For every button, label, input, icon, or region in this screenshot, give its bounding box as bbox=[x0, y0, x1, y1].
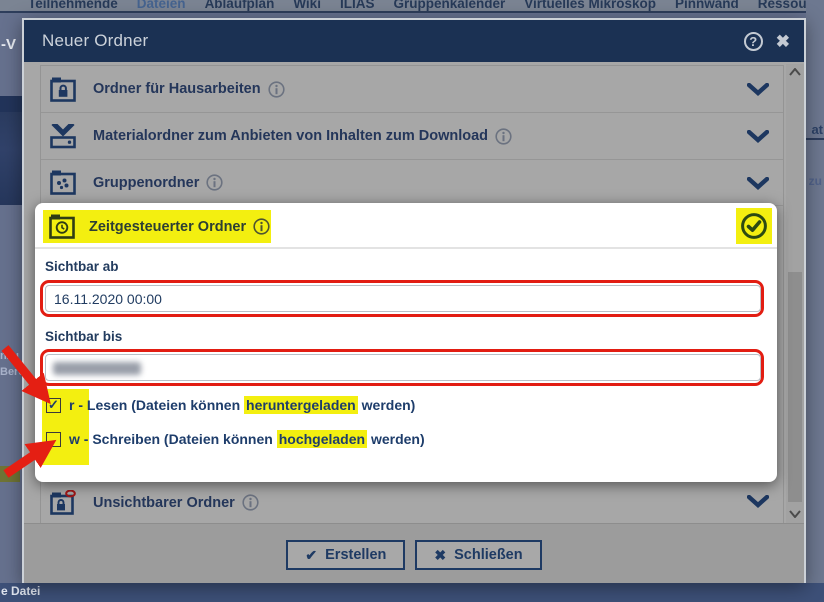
red-arrow-read bbox=[5, 348, 36, 386]
chevron-down-icon bbox=[747, 130, 769, 143]
permission-read-row: ✓ r - Lesen (Dateien können heruntergela… bbox=[46, 395, 415, 415]
write-checkbox-label: w - Schreiben (Dateien können hochgelade… bbox=[69, 431, 425, 447]
folder-lock-icon bbox=[50, 77, 76, 102]
folder-clock-icon bbox=[49, 214, 75, 239]
panel-header[interactable]: Zeitgesteuerter Ordner bbox=[35, 203, 777, 249]
sichtbar-ab-annotation bbox=[40, 280, 764, 317]
nav-item-teilnehmende[interactable]: Teilnehmende bbox=[28, 0, 118, 11]
highlighted-word: hochgeladen bbox=[277, 430, 367, 448]
highlighted-word: heruntergeladen bbox=[244, 396, 358, 414]
dialog-header: Neuer Ordner ? ✖ bbox=[24, 20, 804, 62]
page-text-fragment: -V bbox=[1, 36, 16, 53]
nav-item-ablaufplan[interactable]: Ablaufplan bbox=[205, 0, 275, 11]
folder-type-row-gruppenordner[interactable]: Gruppenordner bbox=[41, 160, 783, 206]
scrollbar-thumb[interactable] bbox=[788, 272, 802, 502]
info-icon[interactable] bbox=[495, 128, 512, 145]
folder-type-row-materialordner[interactable]: Materialordner zum Anbieten von Inhalten… bbox=[41, 113, 783, 160]
highlighted-title: Zeitgesteuerter Ordner bbox=[43, 210, 271, 243]
nav-item-pinnwand[interactable]: Pinnwand bbox=[675, 0, 739, 11]
dialog-scrollbar[interactable] bbox=[786, 64, 804, 524]
permission-write-row: w - Schreiben (Dateien können hochgelade… bbox=[46, 429, 425, 449]
sichtbar-ab-input[interactable] bbox=[45, 285, 761, 312]
nav-item-gruppenkalender[interactable]: Gruppenkalender bbox=[393, 0, 505, 11]
nav-item-dateien[interactable]: Dateien bbox=[137, 0, 186, 11]
page-right-strip: at zu bbox=[806, 0, 824, 602]
sichtbar-bis-annotation bbox=[40, 349, 764, 386]
screen: Teilnehmende Dateien Ablaufplan Wiki ILI… bbox=[0, 0, 824, 602]
sichtbar-bis-input[interactable] bbox=[45, 354, 761, 381]
dialog-title: Neuer Ordner bbox=[42, 31, 148, 51]
dialog-footer: ✔ Erstellen ✖ Schließen bbox=[24, 523, 804, 583]
page-decor-band bbox=[0, 96, 22, 112]
info-icon[interactable] bbox=[242, 494, 259, 511]
chevron-down-icon bbox=[747, 83, 769, 96]
annotation-arrows bbox=[0, 340, 62, 485]
folder-invisible-icon bbox=[50, 490, 76, 515]
close-button[interactable]: ✖ Schließen bbox=[415, 540, 541, 570]
red-arrow-write bbox=[6, 453, 37, 474]
help-icon[interactable]: ? bbox=[744, 32, 763, 51]
create-button[interactable]: ✔ Erstellen bbox=[286, 540, 405, 570]
page-image-fragment bbox=[0, 112, 22, 205]
folder-type-label: Materialordner zum Anbieten von Inhalten… bbox=[93, 128, 488, 144]
selected-check-icon bbox=[736, 208, 772, 244]
folder-type-label: Zeitgesteuerter Ordner bbox=[89, 219, 246, 235]
folder-type-row-hausarbeiten[interactable]: Ordner für Hausarbeiten bbox=[41, 66, 783, 113]
page-text-fragment: zu bbox=[809, 174, 822, 188]
page-text-fragment: e Datei bbox=[1, 584, 40, 598]
x-icon: ✖ bbox=[434, 547, 446, 564]
folder-group-icon bbox=[50, 170, 76, 195]
scroll-down-icon[interactable] bbox=[789, 510, 801, 520]
page-bottom-strip: e Datei bbox=[0, 583, 824, 602]
chevron-down-icon bbox=[747, 177, 769, 190]
folder-type-label: Unsichtbarer Ordner bbox=[93, 495, 235, 511]
folder-type-label: Ordner für Hausarbeiten bbox=[93, 81, 261, 97]
redacted-value-blur bbox=[53, 362, 141, 375]
info-icon[interactable] bbox=[268, 81, 285, 98]
info-icon[interactable] bbox=[253, 218, 270, 235]
close-icon[interactable]: ✖ bbox=[776, 33, 790, 50]
folder-type-panel-zeitgesteuert: Zeitgesteuerter Ordner Sichtbar ab Sicht… bbox=[35, 203, 777, 482]
folder-type-label: Gruppenordner bbox=[93, 175, 199, 191]
sichtbar-ab-label: Sichtbar ab bbox=[45, 259, 119, 274]
page-text-fragment: at bbox=[811, 122, 823, 137]
scroll-up-icon[interactable] bbox=[789, 68, 801, 78]
nav-item-ilias[interactable]: ILIAS bbox=[340, 0, 375, 11]
check-icon: ✔ bbox=[305, 547, 317, 564]
folder-type-row-unsichtbar[interactable]: Unsichtbarer Ordner bbox=[41, 481, 783, 524]
course-nav-bar: Teilnehmende Dateien Ablaufplan Wiki ILI… bbox=[0, 0, 824, 13]
page-divider bbox=[806, 138, 824, 140]
nav-item-virtuelles-mikroskop[interactable]: Virtuelles Mikroskop bbox=[524, 0, 656, 11]
read-checkbox-label: r - Lesen (Dateien können heruntergelade… bbox=[69, 397, 415, 413]
chevron-down-icon bbox=[747, 495, 769, 508]
info-icon[interactable] bbox=[206, 174, 223, 191]
folder-download-icon bbox=[50, 124, 76, 149]
nav-item-wiki[interactable]: Wiki bbox=[293, 0, 321, 11]
